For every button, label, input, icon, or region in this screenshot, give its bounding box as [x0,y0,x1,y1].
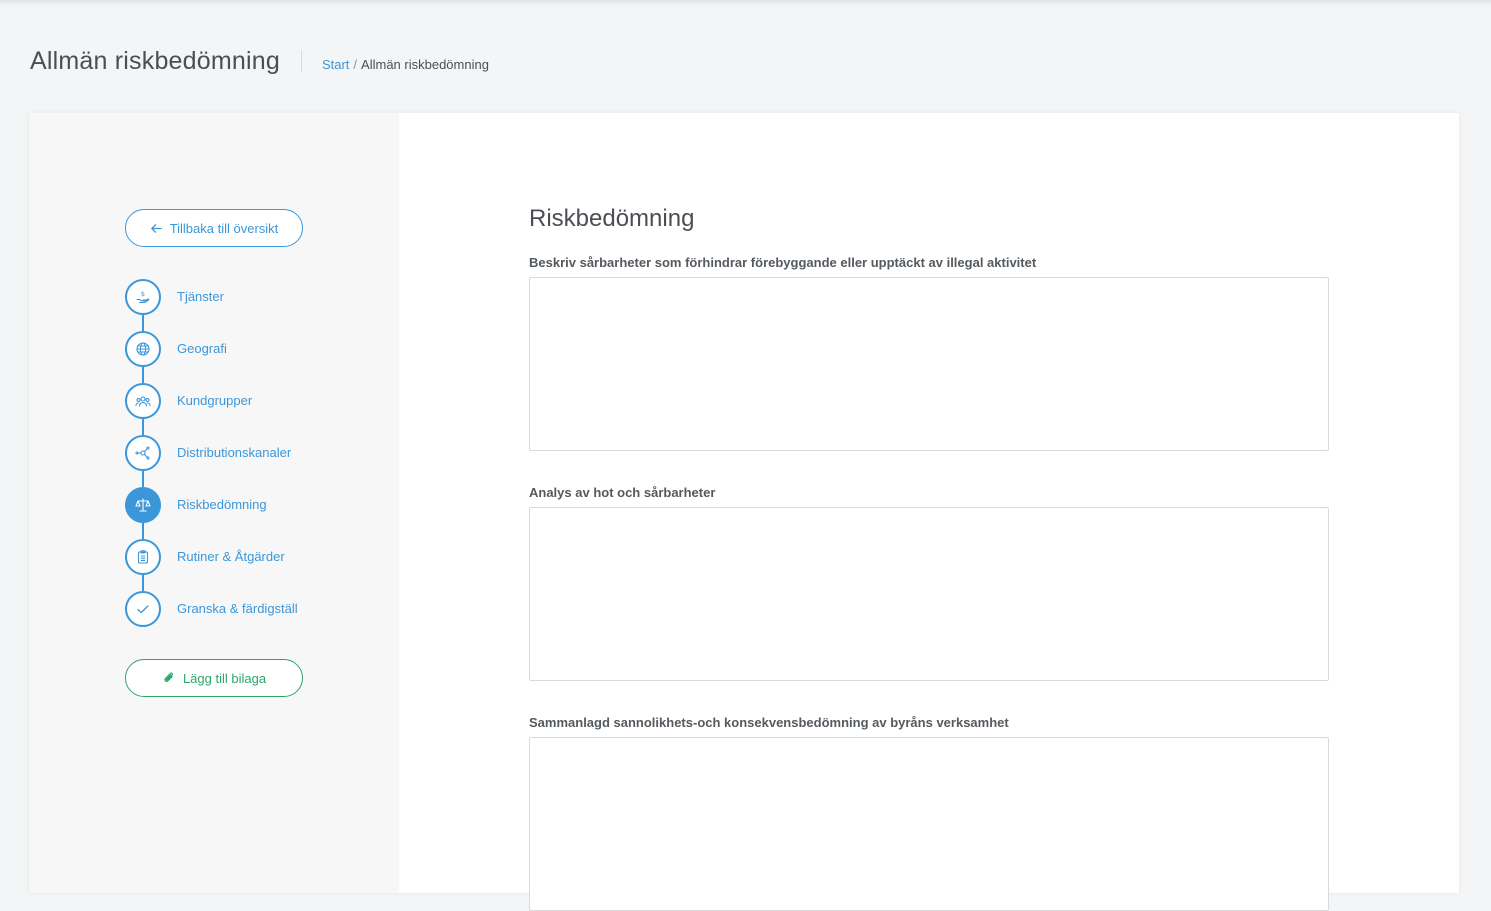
step-circle [125,331,161,367]
step-circle: $ [125,279,161,315]
field-label-vulnerabilities: Beskriv sårbarheter som förhindrar föreb… [529,255,1037,270]
arrow-left-icon [150,223,162,233]
check-icon [137,605,149,614]
step-label: Tjänster [177,289,224,304]
step-connector [142,523,144,539]
combined-assessment-textarea[interactable] [529,737,1329,911]
threat-analysis-textarea[interactable] [529,507,1329,681]
step-label: Rutiner & Åtgärder [177,549,285,564]
step-label: Riskbedömning [177,497,267,512]
step-distributionskanaler[interactable]: Distributionskanaler [125,435,298,487]
add-attachment-label: Lägg till bilaga [182,670,267,686]
breadcrumb-current: Allmän riskbedömning [361,56,489,72]
globe-icon [136,342,150,356]
svg-text:$: $ [141,290,145,298]
step-riskbedomning[interactable]: Riskbedömning [125,487,298,539]
breadcrumb: Start / Allmän riskbedömning [322,57,489,72]
step-connector [142,471,144,487]
step-connector [142,419,144,435]
field-label-combined-assessment: Sammanlagd sannolikhets-och konsekvensbe… [529,715,1009,730]
header-divider [300,50,302,72]
step-label: Geografi [177,341,227,356]
step-label: Kundgrupper [177,393,253,408]
step-connector [142,315,144,331]
step-label: Distributionskanaler [177,445,292,460]
step-circle [125,539,161,575]
content-card: Tillbaka till översikt $ Tjänster Geogra… [29,113,1459,911]
step-granska-fardigstall[interactable]: Granska & färdigställ [125,591,298,643]
topbar-shadow [0,0,1491,6]
paperclip-icon [164,672,173,682]
sidebar: Tillbaka till översikt $ Tjänster Geogra… [29,113,399,893]
scales-icon [135,498,151,512]
section-title: Riskbedömning [529,205,695,232]
step-tjanster[interactable]: $ Tjänster [125,279,298,331]
people-group-icon [135,396,151,407]
step-label: Granska & färdigställ [177,601,298,616]
step-kundgrupper[interactable]: Kundgrupper [125,383,298,435]
step-circle [125,591,161,627]
step-circle [125,435,161,471]
step-list: $ Tjänster Geografi Kundgrupper Distribu… [125,279,298,643]
breadcrumb-separator: / [353,56,358,72]
step-rutiner-atgarder[interactable]: Rutiner & Åtgärder [125,539,298,591]
hand-money-icon: $ [136,290,150,304]
clipboard-icon [137,550,149,564]
step-geografi[interactable]: Geografi [125,331,298,383]
back-button-label: Tillbaka till översikt [169,220,279,236]
breadcrumb-start-link[interactable]: Start [322,57,349,72]
page-header: Allmän riskbedömning Start / Allmän riskbe… [30,44,489,78]
field-label-threat-analysis: Analys av hot och sårbarheter [529,485,716,500]
step-circle [125,487,161,523]
back-to-overview-button[interactable]: Tillbaka till översikt [125,209,303,247]
step-connector [142,575,144,591]
network-nodes-icon [135,446,150,460]
step-circle [125,383,161,419]
step-connector [142,367,144,383]
add-attachment-button[interactable]: Lägg till bilaga [125,659,303,697]
page-title: Allmän riskbedömning [30,46,280,75]
vulnerabilities-textarea[interactable] [529,277,1329,451]
